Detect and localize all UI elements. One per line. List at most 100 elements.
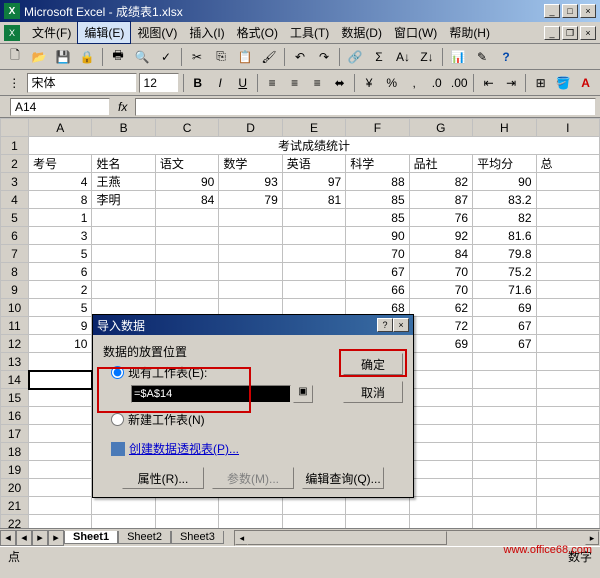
empty-cell[interactable] bbox=[29, 425, 92, 443]
menu-edit[interactable]: 编辑(E) bbox=[77, 21, 131, 44]
column-header-cell[interactable]: 数学 bbox=[219, 155, 282, 173]
redo-icon[interactable]: ↷ bbox=[313, 46, 335, 68]
data-cell[interactable]: 8 bbox=[29, 191, 92, 209]
sheet-tab-3[interactable]: Sheet3 bbox=[171, 531, 224, 544]
menu-format[interactable]: 格式(O) bbox=[231, 22, 284, 43]
empty-cell[interactable] bbox=[282, 515, 345, 529]
menu-window[interactable]: 窗口(W) bbox=[388, 22, 443, 43]
save-icon[interactable]: 💾 bbox=[52, 46, 74, 68]
data-cell[interactable]: 李明 bbox=[92, 191, 155, 209]
empty-cell[interactable] bbox=[536, 407, 600, 425]
empty-cell[interactable] bbox=[346, 515, 409, 529]
data-cell[interactable]: 83.2 bbox=[473, 191, 536, 209]
empty-cell[interactable] bbox=[219, 497, 282, 515]
data-cell[interactable] bbox=[92, 281, 155, 299]
hyperlink-icon[interactable]: 🔗 bbox=[344, 46, 366, 68]
row-header-14[interactable]: 14 bbox=[1, 371, 29, 389]
increase-indent-icon[interactable]: ⇥ bbox=[501, 72, 522, 94]
data-cell[interactable]: 90 bbox=[346, 227, 409, 245]
data-cell[interactable]: 4 bbox=[29, 173, 92, 191]
empty-cell[interactable] bbox=[155, 497, 218, 515]
empty-cell[interactable] bbox=[409, 407, 472, 425]
data-cell[interactable]: 2 bbox=[29, 281, 92, 299]
col-header-H[interactable]: H bbox=[473, 119, 536, 137]
empty-cell[interactable] bbox=[409, 461, 472, 479]
row-header-1[interactable]: 1 bbox=[1, 137, 29, 155]
data-cell[interactable]: 66 bbox=[346, 281, 409, 299]
menu-insert[interactable]: 插入(I) bbox=[183, 22, 230, 43]
row-header-15[interactable]: 15 bbox=[1, 389, 29, 407]
data-cell[interactable]: 75.2 bbox=[473, 263, 536, 281]
data-cell[interactable] bbox=[92, 209, 155, 227]
data-cell[interactable] bbox=[536, 263, 600, 281]
properties-button[interactable]: 属性(R)... bbox=[122, 467, 204, 489]
data-cell[interactable] bbox=[155, 263, 218, 281]
row-header-10[interactable]: 10 bbox=[1, 299, 29, 317]
radio-existing-sheet[interactable] bbox=[111, 366, 124, 379]
data-cell[interactable]: 10 bbox=[29, 335, 92, 353]
data-cell[interactable]: 67 bbox=[473, 335, 536, 353]
radio-new-sheet[interactable] bbox=[111, 413, 124, 426]
data-cell[interactable]: 85 bbox=[346, 191, 409, 209]
dialog-help-button[interactable]: ? bbox=[377, 318, 393, 332]
empty-cell[interactable] bbox=[409, 443, 472, 461]
comma-icon[interactable]: , bbox=[404, 72, 425, 94]
data-cell[interactable]: 84 bbox=[409, 245, 472, 263]
data-cell[interactable] bbox=[536, 299, 600, 317]
row-header-6[interactable]: 6 bbox=[1, 227, 29, 245]
data-cell[interactable] bbox=[155, 227, 218, 245]
name-box[interactable]: A14 bbox=[10, 98, 110, 116]
borders-icon[interactable]: ⊞ bbox=[530, 72, 551, 94]
tab-nav-next[interactable]: ▸ bbox=[32, 530, 48, 546]
cell-reference-input[interactable] bbox=[131, 385, 291, 403]
empty-cell[interactable] bbox=[29, 443, 92, 461]
empty-cell[interactable] bbox=[409, 497, 472, 515]
column-header-cell[interactable]: 姓名 bbox=[92, 155, 155, 173]
data-cell[interactable] bbox=[536, 173, 600, 191]
decrease-indent-icon[interactable]: ⇤ bbox=[478, 72, 499, 94]
collapse-dialog-icon[interactable]: ▣ bbox=[293, 385, 313, 403]
data-cell[interactable] bbox=[219, 245, 282, 263]
col-header-G[interactable]: G bbox=[409, 119, 472, 137]
sheet-tab-1[interactable]: Sheet1 bbox=[64, 531, 118, 544]
data-cell[interactable] bbox=[282, 245, 345, 263]
empty-cell[interactable] bbox=[29, 389, 92, 407]
data-cell[interactable]: 70 bbox=[409, 281, 472, 299]
empty-cell[interactable] bbox=[409, 425, 472, 443]
data-cell[interactable] bbox=[536, 317, 600, 335]
empty-cell[interactable] bbox=[473, 461, 536, 479]
data-cell[interactable]: 79.8 bbox=[473, 245, 536, 263]
empty-cell[interactable] bbox=[536, 461, 600, 479]
row-header-3[interactable]: 3 bbox=[1, 173, 29, 191]
col-header-D[interactable]: D bbox=[219, 119, 282, 137]
row-header-13[interactable]: 13 bbox=[1, 353, 29, 371]
print-icon[interactable]: 🖶 bbox=[107, 46, 129, 68]
data-cell[interactable] bbox=[536, 209, 600, 227]
col-header-A[interactable]: A bbox=[29, 119, 92, 137]
tab-nav-prev[interactable]: ◂ bbox=[16, 530, 32, 546]
empty-cell[interactable] bbox=[473, 353, 536, 371]
preview-icon[interactable]: 🔍 bbox=[131, 46, 153, 68]
data-cell[interactable]: 70 bbox=[409, 263, 472, 281]
paste-icon[interactable]: 📋 bbox=[234, 46, 256, 68]
create-pivot-link[interactable]: 创建数据透视表(P)... bbox=[111, 440, 403, 457]
formula-bar[interactable] bbox=[135, 98, 596, 116]
increase-decimal-icon[interactable]: .0 bbox=[426, 72, 447, 94]
data-cell[interactable] bbox=[536, 281, 600, 299]
chart-icon[interactable]: 📊 bbox=[447, 46, 469, 68]
empty-cell[interactable] bbox=[346, 497, 409, 515]
data-cell[interactable]: 88 bbox=[346, 173, 409, 191]
column-header-cell[interactable]: 平均分 bbox=[473, 155, 536, 173]
align-right-icon[interactable]: ≡ bbox=[307, 72, 328, 94]
empty-cell[interactable] bbox=[473, 389, 536, 407]
empty-cell[interactable] bbox=[473, 497, 536, 515]
cancel-button[interactable]: 取消 bbox=[343, 381, 403, 403]
data-cell[interactable]: 85 bbox=[346, 209, 409, 227]
doc-restore-button[interactable]: ❐ bbox=[562, 26, 578, 40]
open-icon[interactable]: 📂 bbox=[28, 46, 50, 68]
sort-desc-icon[interactable]: Z↓ bbox=[416, 46, 438, 68]
data-cell[interactable]: 82 bbox=[409, 173, 472, 191]
row-header-16[interactable]: 16 bbox=[1, 407, 29, 425]
data-cell[interactable]: 9 bbox=[29, 317, 92, 335]
row-header-2[interactable]: 2 bbox=[1, 155, 29, 173]
